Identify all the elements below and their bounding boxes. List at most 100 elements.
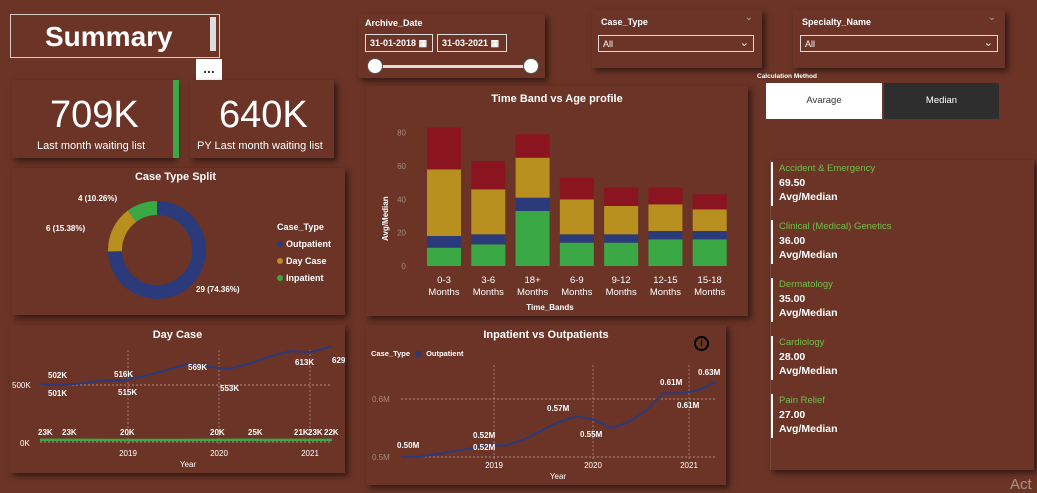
legend-label: Outpatient xyxy=(286,238,331,249)
y-tick: 0.5M xyxy=(372,453,390,462)
dropdown-value: All xyxy=(603,39,614,49)
bar-segment xyxy=(427,127,461,170)
data-label: 23K xyxy=(308,428,323,437)
list-accent xyxy=(771,278,773,322)
data-label: 502K xyxy=(48,371,67,380)
bar-segment xyxy=(515,197,550,211)
x-tick: 2020 xyxy=(210,449,228,458)
more-options-button[interactable]: ... xyxy=(196,59,222,81)
data-label: 613K xyxy=(295,358,314,367)
page-title: Summary xyxy=(45,21,173,52)
series-line xyxy=(401,380,717,458)
data-label: 515K xyxy=(118,388,137,397)
specialty-name: Dermatology xyxy=(779,279,833,290)
legend-label: Day Case xyxy=(286,255,327,266)
end-date-input[interactable]: 31-03-2021 ▦ xyxy=(437,34,507,52)
x-tick: Months xyxy=(561,287,592,298)
specialty-value: 28.00 xyxy=(779,351,806,363)
bar-segment xyxy=(515,211,550,266)
x-tick: 15-18 xyxy=(698,275,722,286)
bar-segment xyxy=(427,236,461,248)
data-label: 553K xyxy=(220,384,239,393)
specialty-value: 27.00 xyxy=(779,409,806,421)
x-tick: Months xyxy=(694,287,725,298)
slicer-title: Archive_Date xyxy=(365,18,423,28)
y-tick: 80 xyxy=(397,129,406,138)
bar-segment xyxy=(604,234,639,243)
start-date-input[interactable]: 31-01-2018 ▦ xyxy=(365,34,433,52)
list-item-specialty: Cardiology 28.00 Avg/Median xyxy=(779,337,838,377)
data-label: 23K xyxy=(38,428,53,437)
calendar-icon[interactable]: ▦ xyxy=(419,38,428,48)
bar-segment xyxy=(648,204,683,231)
chevron-down-icon: ⌄ xyxy=(983,37,993,49)
time-band-chart: 0204060800-3Months3-6Months18+Months6-9M… xyxy=(381,127,727,312)
legend-title: Case_Type xyxy=(277,221,324,232)
dropdown-value: All xyxy=(805,39,816,49)
x-tick: Months xyxy=(473,287,504,298)
inpatient-outpatient-card: Inpatient vs Outpatients i Case_Type Out… xyxy=(366,325,726,485)
kpi-value: 640K xyxy=(219,94,308,136)
bar-segment xyxy=(604,242,639,266)
case-type-dropdown[interactable]: All ⌄ xyxy=(598,35,754,52)
inpatient-outpatient-chart: 0.50M 0.52M 0.52M 0.57M 0.55M 0.61M 0.61M 0.63M… xyxy=(372,365,721,481)
bar-segment xyxy=(559,177,594,200)
legend-item-inpatient[interactable]: Inpatient xyxy=(277,269,331,286)
x-tick: 2020 xyxy=(584,461,602,470)
range-start-handle[interactable] xyxy=(367,58,383,74)
x-tick: 12-15 xyxy=(653,275,677,286)
kpi-card-py-last-month: 640K PY Last month waiting list xyxy=(190,80,334,158)
specialty-dropdown[interactable]: All ⌄ xyxy=(800,35,998,52)
bar-segment xyxy=(559,242,594,266)
specialty-name: Cardiology xyxy=(779,337,825,348)
bar-segment xyxy=(692,194,727,210)
calc-average-button[interactable]: Avarage xyxy=(766,83,882,119)
chevron-down-icon: ⌄ xyxy=(744,12,753,23)
bar-segment xyxy=(559,199,594,235)
data-label: 25K xyxy=(248,428,263,437)
bar-segment xyxy=(515,157,550,198)
x-tick: 0-3 xyxy=(437,275,451,286)
data-label: 20K xyxy=(210,428,225,437)
x-axis-label: Time_Bands xyxy=(526,303,574,312)
x-tick: Months xyxy=(428,287,459,298)
data-label: 0.52M xyxy=(473,443,496,452)
case-type-slicer: Case_Type ⌄ All ⌄ xyxy=(592,10,762,68)
y-tick: 40 xyxy=(397,195,406,204)
bar-segment xyxy=(427,169,461,236)
scrollbar[interactable] xyxy=(210,17,216,51)
bar-segment xyxy=(648,187,683,205)
data-label: 0.50M xyxy=(397,441,420,450)
range-end-handle[interactable] xyxy=(523,58,539,74)
data-label: 0.55M xyxy=(580,430,603,439)
calendar-icon[interactable]: ▦ xyxy=(491,38,500,48)
kpi-label: PY Last month waiting list xyxy=(197,140,323,152)
slice-label-inpatient: 4 (10.26%) xyxy=(78,194,117,203)
x-tick: Months xyxy=(517,287,548,298)
list-accent xyxy=(771,220,773,264)
y-tick: 20 xyxy=(397,229,406,238)
list-accent xyxy=(771,162,773,206)
slice-label-outpatient: 29 (74.36%) xyxy=(196,285,240,294)
legend-item-daycase[interactable]: Day Case xyxy=(277,252,331,269)
bar-segment xyxy=(471,244,506,266)
legend-dot xyxy=(277,240,283,247)
kpi-value: 709K xyxy=(50,94,139,136)
list-item-specialty: Dermatology 35.00 Avg/Median xyxy=(779,279,838,319)
slicer-title: Specialty_Name xyxy=(802,17,872,27)
specialty-list-card: Accident & Emergency 69.50 Avg/Median Cl… xyxy=(770,160,1034,470)
y-tick: 60 xyxy=(397,162,406,171)
calc-median-button[interactable]: Median xyxy=(884,83,999,119)
legend-item-outpatient[interactable]: Outpatient xyxy=(277,235,331,252)
data-label: 23K xyxy=(62,428,77,437)
chevron-down-icon: ⌄ xyxy=(739,37,749,49)
list-item-specialty: Clinical (Medical) Genetics 36.00 Avg/Me… xyxy=(779,221,891,261)
list-accent xyxy=(771,394,773,438)
x-tick: 2019 xyxy=(119,449,137,458)
x-tick: 2019 xyxy=(485,461,503,470)
bar-segment xyxy=(648,231,683,240)
list-item-specialty: Pain Relief 27.00 Avg/Median xyxy=(779,395,838,435)
data-label: 569K xyxy=(188,363,207,372)
kpi-label: Last month waiting list xyxy=(37,140,146,152)
specialty-slicer: Specialty_Name ⌄ All ⌄ xyxy=(793,10,1005,68)
